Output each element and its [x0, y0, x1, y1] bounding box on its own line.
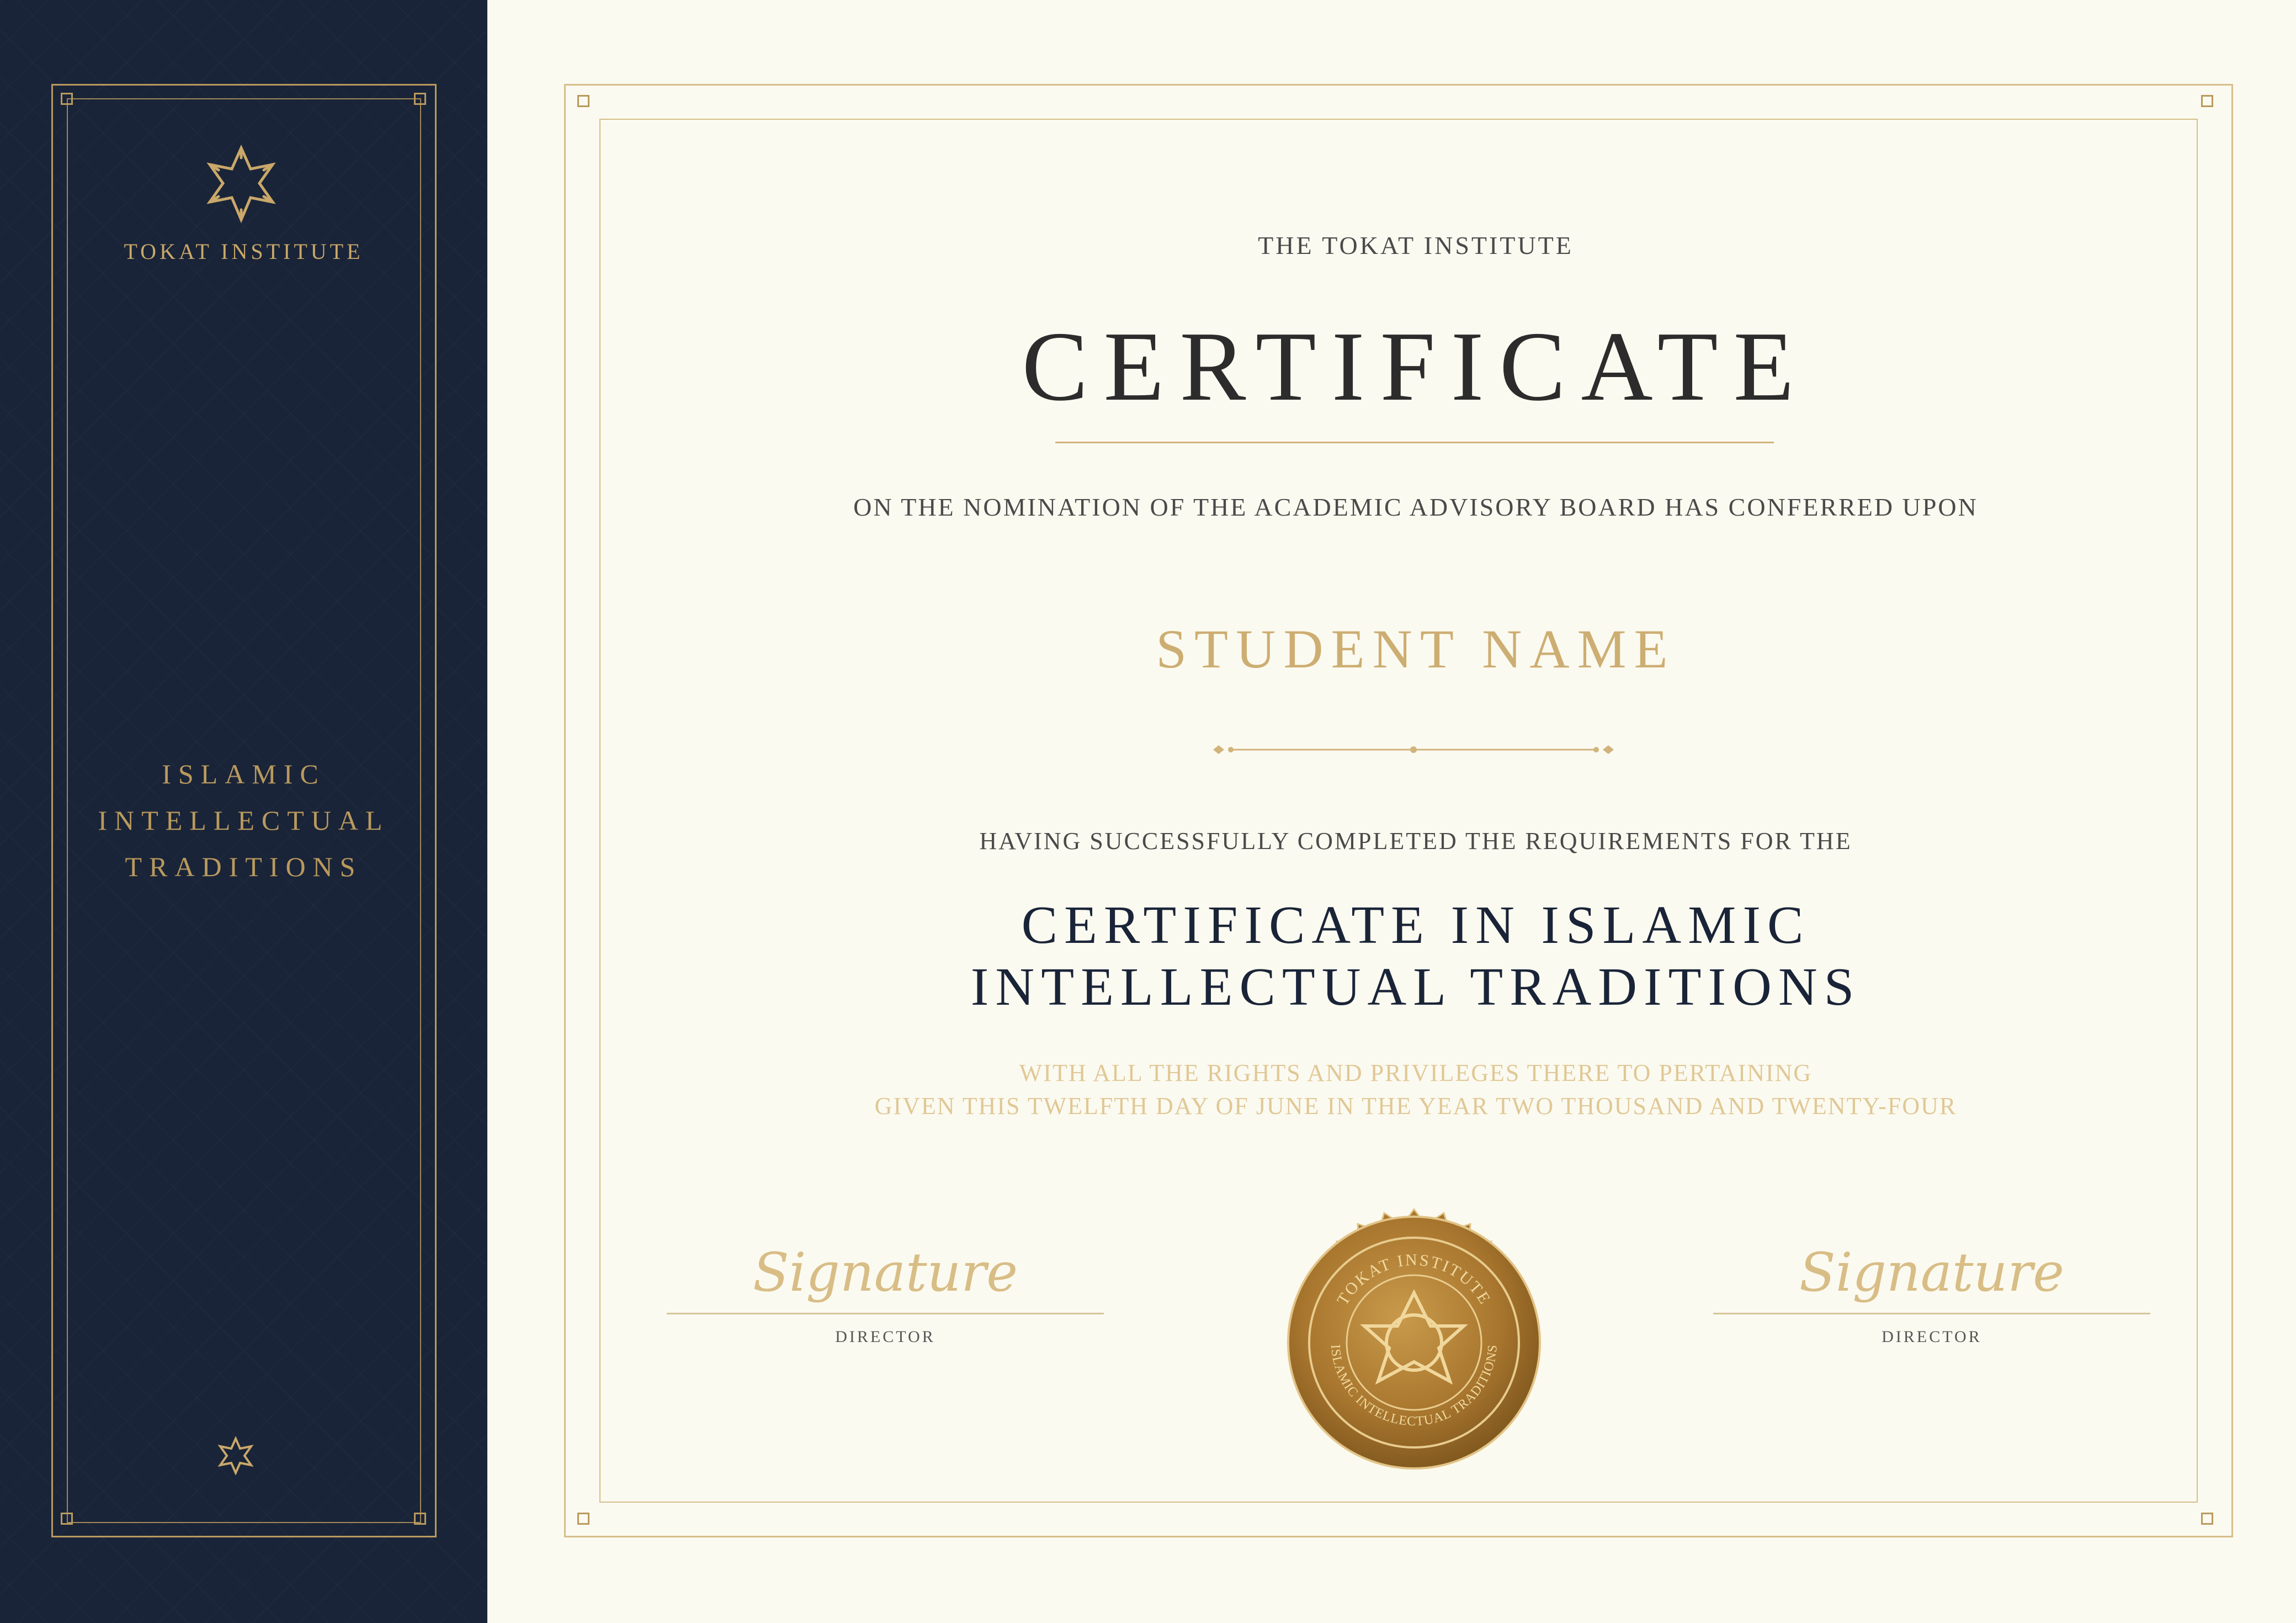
ornamental-divider [1213, 745, 1614, 754]
signature-block-left: Signature DIRECTOR [667, 1237, 1104, 1346]
program-title: CERTIFICATE IN ISLAMIC INTELLECTUAL TRAD… [580, 894, 2252, 1018]
sidebar-program-line: INTELLECTUAL [98, 805, 390, 836]
sidebar-corner-ornament [61, 1513, 73, 1525]
frame-corner-ornament [2201, 1513, 2213, 1525]
signature-script: Signature [1799, 1242, 2065, 1303]
program-title-line: CERTIFICATE IN ISLAMIC [1021, 895, 1810, 955]
student-name: STUDENT NAME [1156, 618, 1676, 680]
sidebar-corner-ornament [414, 93, 426, 105]
gold-seal: TOKAT INSTITUTE ISLAMIC INTELLECTUAL TRA… [1287, 1208, 1541, 1470]
program-title-line: INTELLECTUAL TRADITIONS [970, 957, 1861, 1017]
signature-line [667, 1313, 1104, 1314]
certificate-title: CERTIFICATE [1022, 311, 1810, 421]
sidebar-corner-ornament [414, 1513, 426, 1525]
geometric-star-icon [206, 144, 276, 224]
rights-text: WITH ALL THE RIGHTS AND PRIVILEGES THERE… [580, 1057, 2252, 1123]
sidebar-program-title: ISLAMIC INTELLECTUAL TRADITIONS [0, 751, 487, 890]
nomination-line: ON THE NOMINATION OF THE ACADEMIC ADVISO… [853, 493, 1978, 521]
sidebar-program-line: TRADITIONS [125, 851, 363, 882]
sidebar-corner-ornament [61, 93, 73, 105]
title-divider [1055, 442, 1774, 443]
rights-line: WITH ALL THE RIGHTS AND PRIVILEGES THERE… [1019, 1059, 1813, 1086]
signature-line [1713, 1313, 2150, 1314]
signature-script: Signature [752, 1242, 1018, 1303]
small-star-icon [217, 1436, 254, 1475]
sidebar-program-line: ISLAMIC [162, 759, 326, 789]
signature-role: DIRECTOR [1882, 1328, 1982, 1346]
frame-corner-ornament [577, 95, 589, 107]
signature-role: DIRECTOR [835, 1328, 936, 1346]
rights-line: GIVEN THIS TWELFTH DAY OF JUNE IN THE YE… [874, 1092, 1957, 1120]
frame-corner-ornament [2201, 95, 2213, 107]
completion-line: HAVING SUCCESSFULLY COMPLETED THE REQUIR… [979, 828, 1852, 855]
signature-block-right: Signature DIRECTOR [1713, 1237, 2150, 1346]
frame-corner-ornament [577, 1513, 589, 1525]
sidebar-brand: TOKAT INSTITUTE [124, 239, 364, 264]
institute-line: THE TOKAT INSTITUTE [1258, 231, 1574, 259]
